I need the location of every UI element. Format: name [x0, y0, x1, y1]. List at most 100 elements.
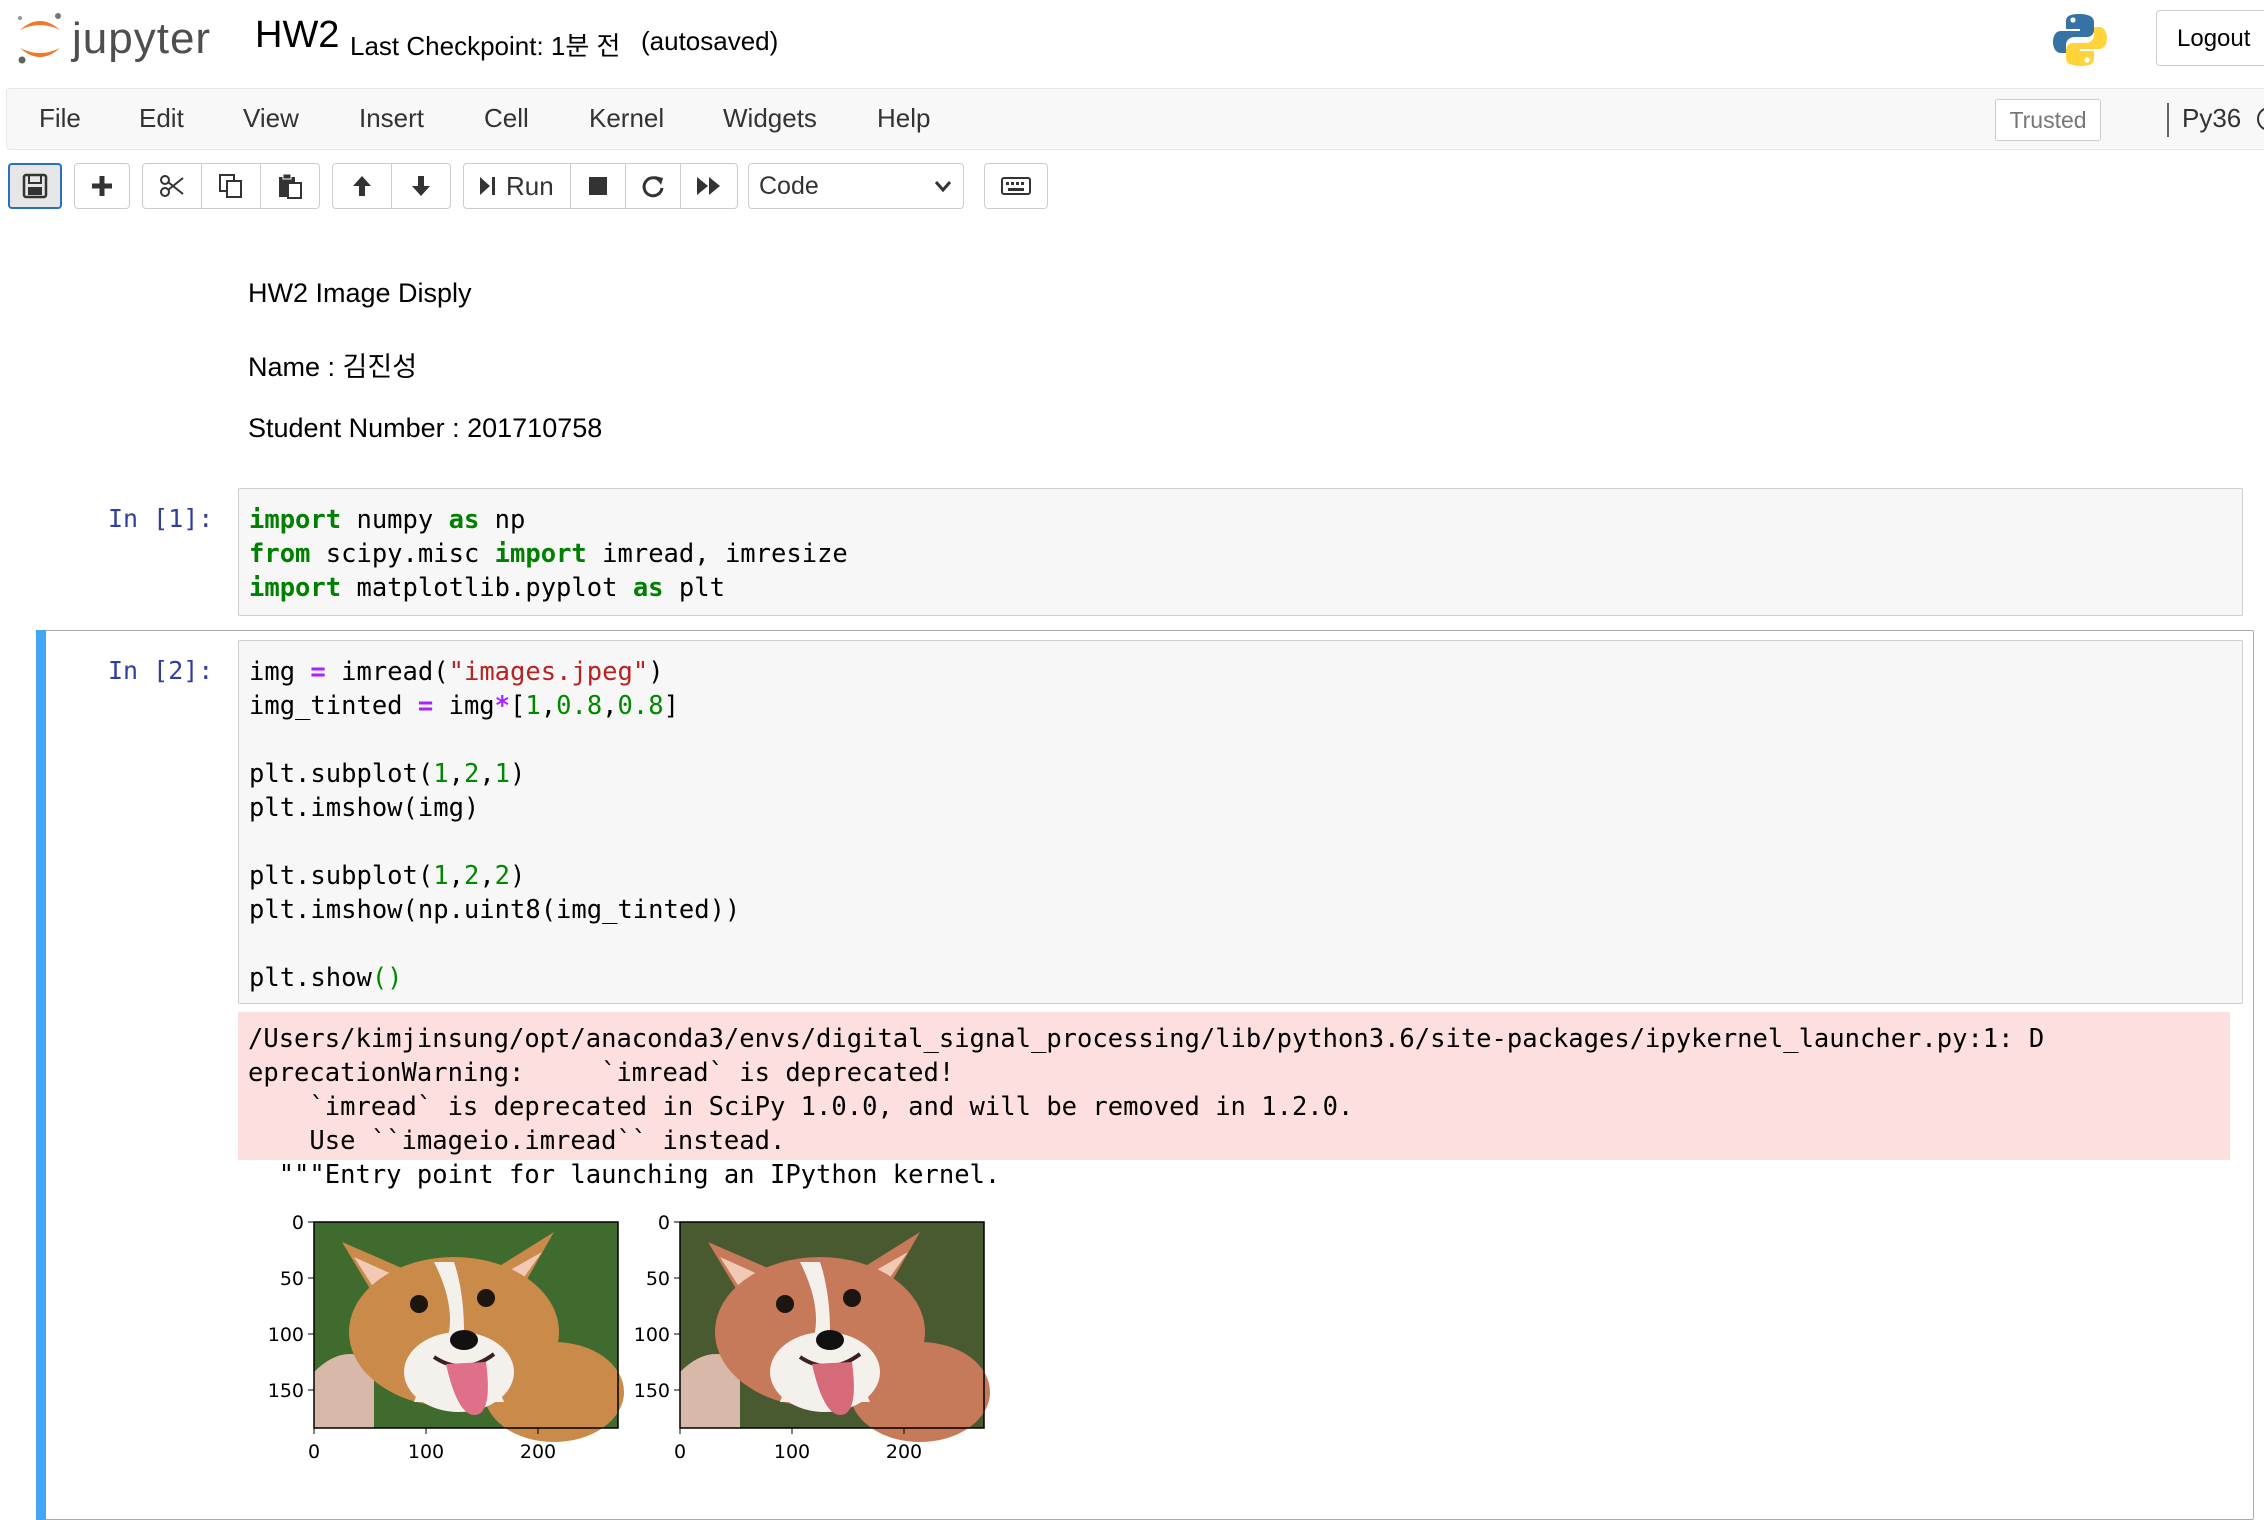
- y-tick-label: 150: [634, 1380, 670, 1402]
- cut-icon: [160, 175, 184, 197]
- x-tick-label: 200: [520, 1441, 556, 1463]
- copy-button[interactable]: [201, 163, 261, 209]
- markdown-student-number: Student Number : 201710758: [248, 413, 603, 443]
- menubar: File Edit View Insert Cell Kernel Widget…: [6, 88, 2264, 150]
- stderr-line: """Entry point for launching an IPython …: [248, 1160, 1001, 1190]
- code-line: from scipy.misc import imread, imresize: [249, 539, 848, 569]
- toolbar: Run Code: [0, 150, 2264, 222]
- run-icon: [480, 177, 495, 195]
- chevron-down-icon: [934, 181, 952, 193]
- y-tick-label: 0: [658, 1212, 670, 1234]
- restart-icon: [642, 176, 664, 198]
- code-line: plt.imshow(img): [249, 793, 480, 823]
- arrow-up-icon: [353, 176, 371, 196]
- menu-insert[interactable]: Insert: [359, 103, 424, 134]
- notebook-name[interactable]: HW2: [255, 14, 339, 57]
- menu-edit[interactable]: Edit: [139, 103, 184, 134]
- x-tick-label: 100: [408, 1441, 444, 1463]
- autosave-status: (autosaved): [641, 26, 779, 56]
- arrow-down-icon: [412, 176, 430, 196]
- cell-2-stderr-output: /Users/kimjinsung/opt/anaconda3/envs/dig…: [238, 1012, 2230, 1190]
- x-tick-label: 200: [886, 1441, 922, 1463]
- y-tick-label: 0: [292, 1212, 304, 1234]
- move-up-button[interactable]: [332, 163, 392, 209]
- x-tick-label: 0: [308, 1441, 320, 1463]
- insert-cell-button[interactable]: [74, 163, 130, 209]
- menu-cell[interactable]: Cell: [484, 103, 529, 134]
- code-line: plt.subplot(1,2,1): [249, 759, 526, 789]
- corgi-image-tinted: [678, 1220, 992, 1444]
- move-down-button[interactable]: [391, 163, 451, 209]
- trusted-indicator[interactable]: Trusted: [1995, 99, 2101, 141]
- restart-run-all-button[interactable]: [680, 163, 738, 209]
- menu-view[interactable]: View: [243, 103, 299, 134]
- y-tick-label: 100: [268, 1324, 304, 1346]
- logout-button[interactable]: Logout: [2156, 10, 2264, 66]
- corgi-image-original: [312, 1220, 626, 1444]
- restart-button[interactable]: [625, 163, 681, 209]
- logo-text: jupyter: [72, 14, 212, 63]
- menu-kernel[interactable]: Kernel: [589, 103, 664, 134]
- header: jupyter HW2 Last Checkpoint: 1분 전 (autos…: [0, 0, 2264, 88]
- copy-icon: [219, 174, 242, 198]
- code-line: import numpy as np: [249, 505, 526, 535]
- code-line: import matplotlib.pyplot as plt: [249, 573, 725, 603]
- cell-2-code: img = imread("images.jpeg") img_tinted = …: [249, 655, 740, 995]
- cell-1-code: import numpy as np from scipy.misc import…: [249, 503, 848, 605]
- stderr-line: Use ``imageio.imread`` instead.: [248, 1126, 786, 1156]
- code-line: plt.subplot(1,2,2): [249, 861, 526, 891]
- markdown-name: Name : 김진성: [248, 352, 418, 382]
- x-tick-label: 100: [774, 1441, 810, 1463]
- stderr-line: /Users/kimjinsung/opt/anaconda3/envs/dig…: [248, 1024, 2045, 1054]
- save-icon: [22, 173, 48, 199]
- code-line: plt.imshow(np.uint8(img_tinted)): [249, 895, 741, 925]
- y-tick-label: 150: [268, 1380, 304, 1402]
- cell-1-input[interactable]: import numpy as np from scipy.misc import…: [238, 488, 2243, 616]
- code-line: img = imread("images.jpeg"): [249, 657, 664, 687]
- code-line: img_tinted = img*[1,0.8,0.8]: [249, 691, 679, 721]
- cell-type-value: Code: [759, 172, 819, 200]
- matplotlib-figure: 0 50 100 150 0 100 200 0 50 100 150 0 10…: [268, 1212, 992, 1463]
- stderr-line: eprecationWarning: `imread` is deprecate…: [248, 1058, 955, 1088]
- menubar-divider: [2167, 103, 2169, 137]
- notebook-container: HW2 Image Disply Name : 김진성 Student Numb…: [0, 222, 2264, 1520]
- run-button[interactable]: Run: [463, 163, 571, 209]
- subplot-tinted: 0 50 100 150 0 100 200: [634, 1212, 992, 1463]
- paste-icon: [279, 173, 302, 199]
- paste-button[interactable]: [260, 163, 320, 209]
- selected-cell-indicator: [36, 630, 46, 1520]
- code-line: plt.show(): [249, 963, 403, 993]
- run-label: Run: [506, 170, 554, 201]
- python-logo-icon: [2050, 10, 2110, 70]
- x-tick-label: 0: [674, 1441, 686, 1463]
- jupyter-logo[interactable]: jupyter: [14, 10, 244, 72]
- fast-forward-icon: [697, 177, 720, 195]
- stop-icon: [589, 177, 607, 195]
- menu-help[interactable]: Help: [877, 103, 930, 134]
- cut-button[interactable]: [142, 163, 202, 209]
- menu-file[interactable]: File: [39, 103, 81, 134]
- stderr-text: /Users/kimjinsung/opt/anaconda3/envs/dig…: [248, 1022, 2044, 1192]
- keyboard-icon: [1001, 177, 1031, 195]
- subplot-original: 0 50 100 150 0 100 200: [268, 1212, 626, 1463]
- jupyter-logo-icon: [18, 13, 61, 64]
- kernel-status-icon: [2257, 107, 2264, 131]
- stderr-line: `imread` is deprecated in SciPy 1.0.0, a…: [248, 1092, 1354, 1122]
- cell-1-prompt: In [1]:: [108, 504, 214, 533]
- cell-2-prompt: In [2]:: [108, 656, 214, 685]
- menu-widgets[interactable]: Widgets: [723, 103, 817, 134]
- markdown-title: HW2 Image Disply: [248, 278, 472, 308]
- interrupt-button[interactable]: [570, 163, 626, 209]
- y-tick-label: 50: [280, 1268, 304, 1290]
- cell-type-select[interactable]: Code: [748, 163, 964, 209]
- y-tick-label: 100: [634, 1324, 670, 1346]
- cell-2-input[interactable]: img = imread("images.jpeg") img_tinted = …: [238, 640, 2243, 1004]
- plus-icon: [92, 176, 112, 196]
- save-button[interactable]: [8, 163, 62, 209]
- command-palette-button[interactable]: [984, 163, 1048, 209]
- kernel-name[interactable]: Py36: [2182, 103, 2241, 134]
- cell-2-plot-output: 0 50 100 150 0 100 200 0 50 100 150 0 10…: [250, 1212, 1010, 1502]
